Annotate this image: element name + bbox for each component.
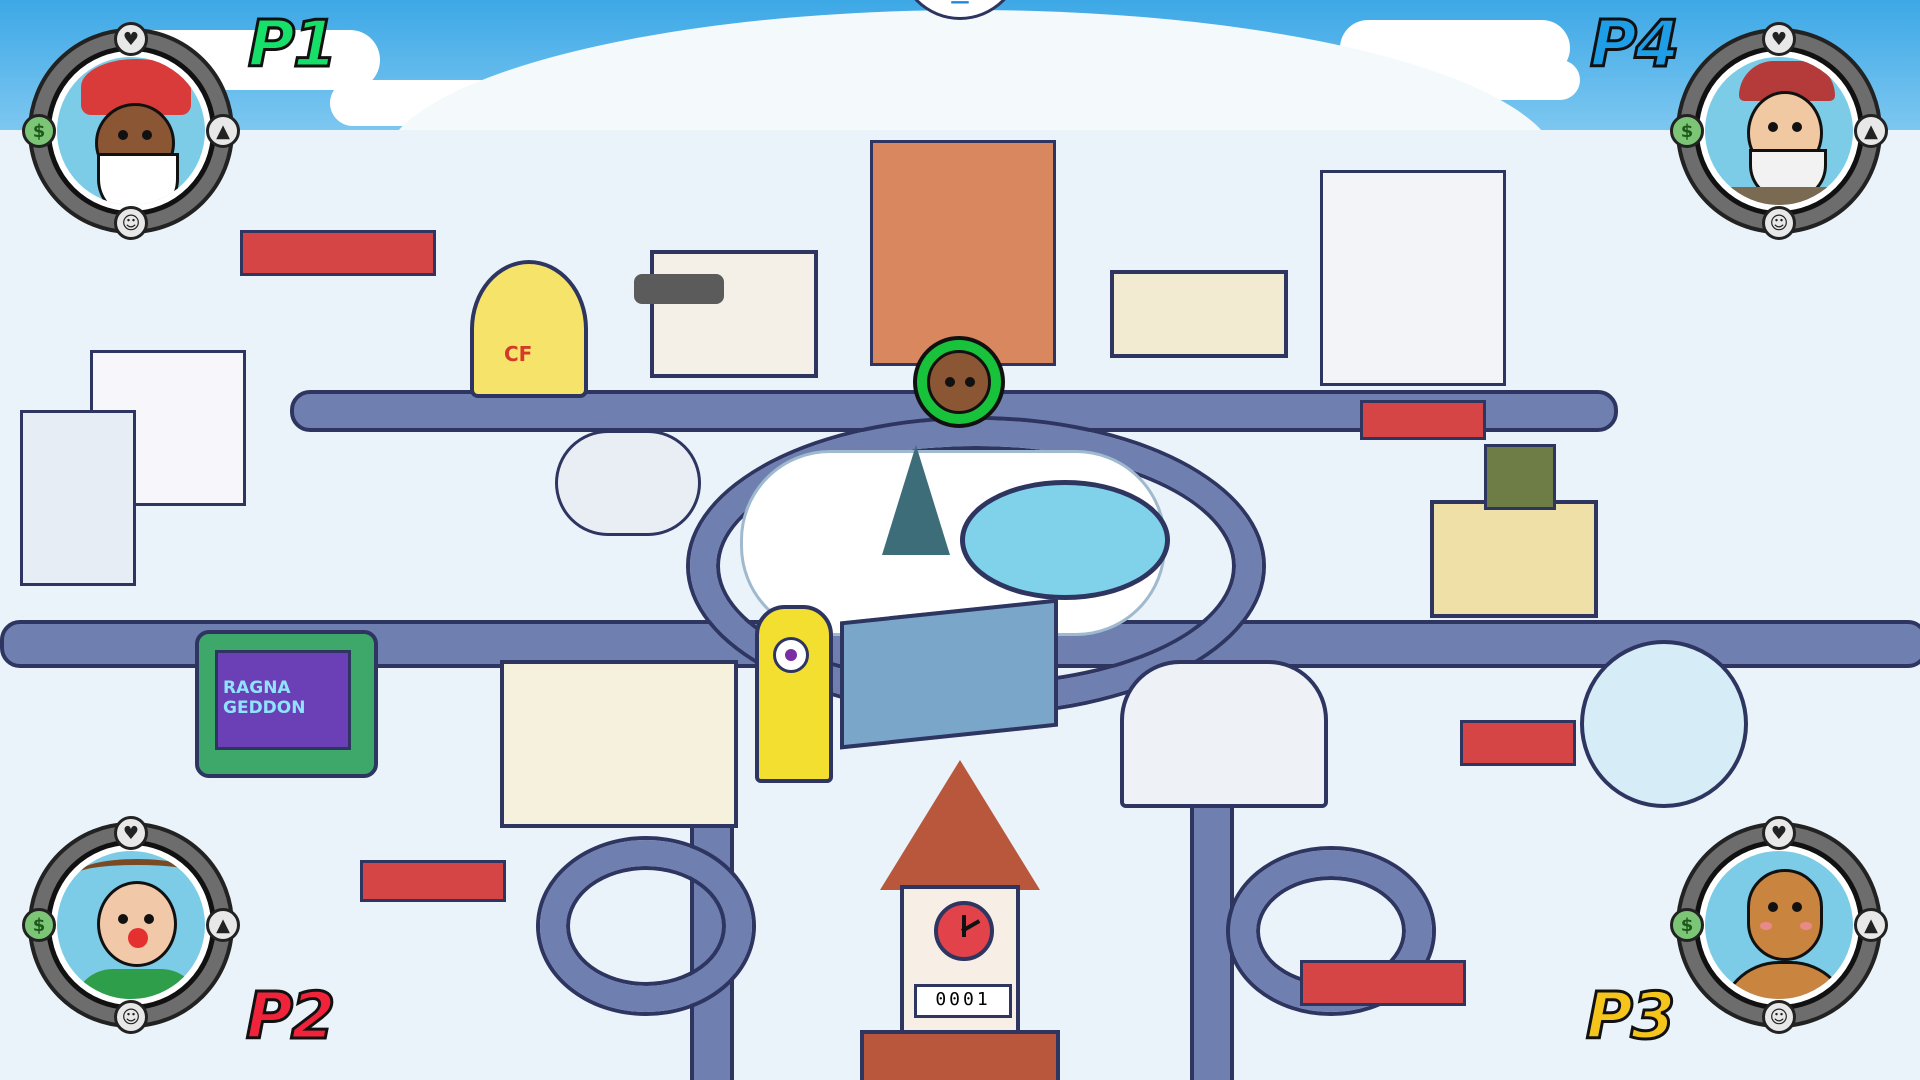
office-tower [1320, 170, 1506, 386]
rooftop [1300, 960, 1466, 1006]
player-token-icon[interactable] [913, 336, 1005, 428]
smile-button[interactable]: ☺ [114, 206, 148, 240]
landmark-gym[interactable] [634, 250, 818, 378]
player-1-portrait[interactable]: ♥ $ ▲ ☺ [22, 22, 240, 240]
rooftop [240, 230, 436, 276]
menu-icon: ≡ [948, 0, 971, 11]
landmark-cyclops-tower[interactable] [755, 605, 833, 783]
apartment-building [870, 140, 1056, 366]
roundabout [540, 840, 752, 1012]
player-3-label: P3 [1584, 979, 1676, 1056]
money-button[interactable]: $ [22, 908, 56, 942]
smile-button[interactable]: ☺ [1762, 206, 1796, 240]
landmark-tv-studio[interactable]: RAGNA GEDDON [195, 630, 378, 778]
santa-beard [97, 153, 179, 205]
christmas-sweater [73, 969, 201, 999]
player-4-portrait[interactable]: ♥ $ ▲ ☺ [1670, 22, 1888, 240]
eye-icon [773, 637, 809, 673]
landmark-bank[interactable] [1430, 444, 1598, 618]
smile-button[interactable]: ☺ [114, 1000, 148, 1034]
landmark-museum[interactable] [500, 660, 738, 828]
player-2-portrait[interactable]: ♥ $ ▲ ☺ [22, 816, 240, 1034]
clock-icon [934, 901, 994, 961]
tower-roof [880, 760, 1040, 890]
elf-vest [1727, 187, 1843, 205]
graduation-cap-button[interactable]: ▲ [1854, 114, 1888, 148]
christmas-tree [882, 445, 950, 555]
graduation-cap-button[interactable]: ▲ [1854, 908, 1888, 942]
player-2-label: P2 [244, 979, 336, 1056]
landmark-ice-arena[interactable] [1580, 640, 1748, 808]
chicken-restaurant-sign: CF [504, 342, 533, 366]
stadium [555, 430, 701, 536]
heart-button[interactable]: ♥ [1762, 816, 1796, 850]
ice-rink [960, 480, 1170, 600]
money-button[interactable]: $ [1670, 908, 1704, 942]
tall-building [20, 410, 136, 586]
graduation-cap-button[interactable]: ▲ [206, 908, 240, 942]
gingerbread-body [1719, 961, 1851, 999]
player-1-label: P1 [246, 7, 338, 84]
turn-counter: 0001 [914, 984, 1012, 1018]
tv-studio-sign: RAGNA GEDDON [223, 678, 306, 718]
landmark-hot-dog-stand[interactable] [1110, 270, 1288, 358]
heart-button[interactable]: ♥ [114, 22, 148, 56]
money-button[interactable]: $ [1670, 114, 1704, 148]
player-4-label: P4 [1588, 7, 1680, 84]
gingerbread-face [1747, 869, 1823, 961]
landmark-chicken-restaurant[interactable]: CF [470, 260, 588, 398]
token-face [927, 350, 991, 414]
player-3-portrait[interactable]: ♥ $ ▲ ☺ [1670, 816, 1888, 1034]
money-button[interactable]: $ [22, 114, 56, 148]
heart-button[interactable]: ♥ [114, 816, 148, 850]
safe-icon [1484, 444, 1556, 510]
clock-tower: 0001 [860, 760, 1060, 1080]
heart-button[interactable]: ♥ [1762, 22, 1796, 56]
rooftop [360, 860, 506, 902]
landmark-theater[interactable] [840, 598, 1058, 750]
red-nose-icon [128, 928, 148, 948]
rooftop [1360, 400, 1486, 440]
graduation-cap-button[interactable]: ▲ [206, 114, 240, 148]
dumbbell-icon [634, 274, 724, 304]
city-map: CF RAGNA GEDDON 0001 [0, 0, 1920, 1080]
tower-base [860, 1030, 1060, 1080]
landmark-city-hall[interactable] [1120, 660, 1328, 808]
rooftop [1460, 720, 1576, 766]
girl-face [97, 881, 177, 967]
smile-button[interactable]: ☺ [1762, 1000, 1796, 1034]
tower-body: 0001 [900, 885, 1020, 1035]
